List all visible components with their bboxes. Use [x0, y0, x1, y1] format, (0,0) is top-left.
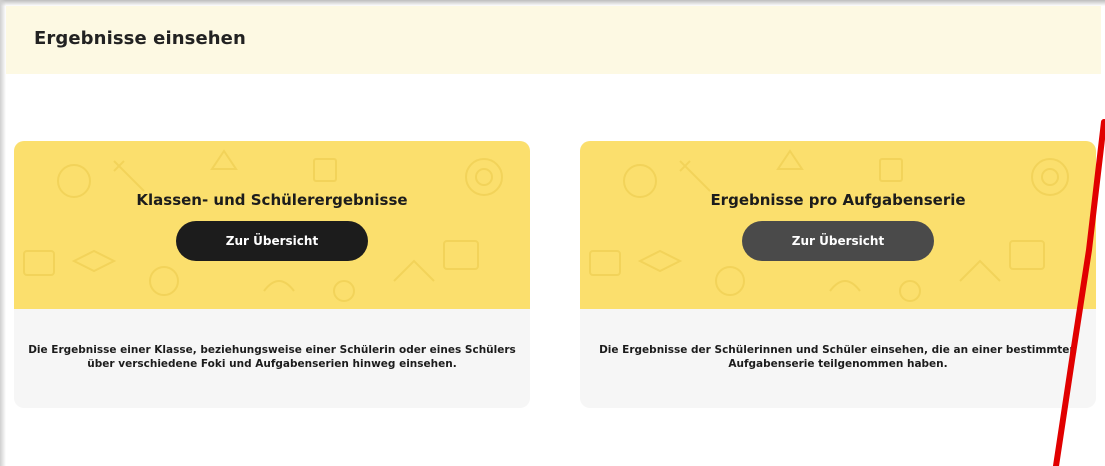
card-class-student-results: Klassen- und Schülerergebnisse Zur Übers… [14, 141, 530, 408]
page-title: Ergebnisse einsehen [34, 28, 246, 49]
page-header: Ergebnisse einsehen [6, 6, 1101, 74]
card-banner: Klassen- und Schülerergebnisse Zur Übers… [14, 141, 530, 309]
card-title: Ergebnisse pro Aufgabenserie [710, 191, 966, 209]
card-banner: Ergebnisse pro Aufgabenserie Zur Übersic… [580, 141, 1096, 309]
card-description: Die Ergebnisse einer Klasse, beziehungsw… [28, 344, 516, 370]
card-description: Die Ergebnisse der Schülerinnen und Schü… [599, 344, 1077, 370]
card-title: Klassen- und Schülerergebnisse [136, 191, 408, 209]
overview-button[interactable]: Zur Übersicht [176, 221, 368, 261]
overview-button[interactable]: Zur Übersicht [742, 221, 934, 261]
card-series-results: Ergebnisse pro Aufgabenserie Zur Übersic… [580, 141, 1096, 408]
